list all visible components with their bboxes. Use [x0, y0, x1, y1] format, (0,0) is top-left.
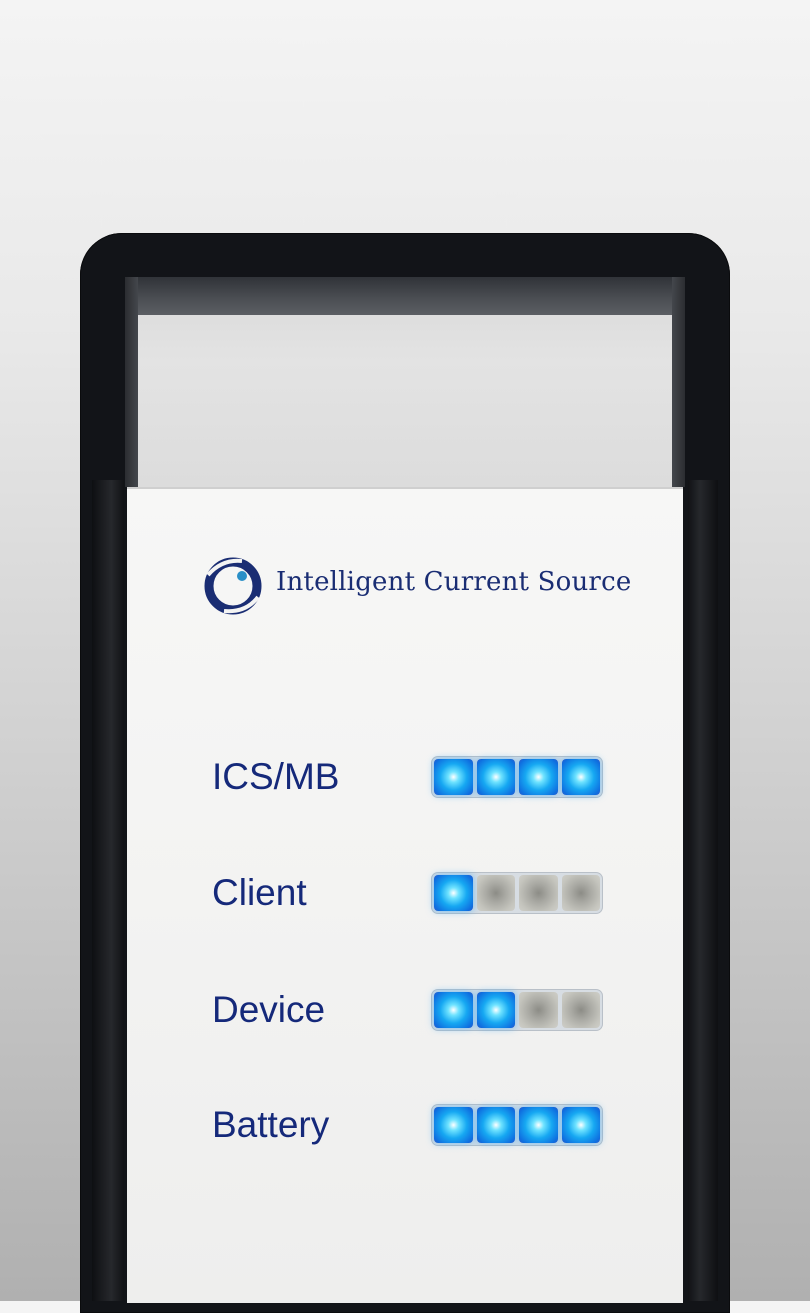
status-row-client: Client: [212, 868, 612, 918]
led-indicator-bar: [432, 873, 602, 913]
handle-bevel-right: [672, 277, 685, 487]
side-rail-right: [688, 480, 718, 1301]
led-on-indicator: [519, 1107, 558, 1143]
led-on-indicator: [434, 875, 473, 911]
led-off-indicator: [519, 875, 558, 911]
led-off-indicator: [519, 992, 558, 1028]
led-on-indicator: [519, 759, 558, 795]
led-on-indicator: [434, 1107, 473, 1143]
status-row-battery: Battery: [212, 1100, 612, 1150]
led-on-indicator: [561, 759, 600, 795]
handle-bevel-left: [125, 277, 138, 487]
side-rail-left: [92, 480, 124, 1301]
led-indicator-bar: [432, 1105, 602, 1145]
led-on-indicator: [561, 1107, 600, 1143]
led-on-indicator: [434, 759, 473, 795]
led-on-indicator: [476, 992, 515, 1028]
status-label: ICS/MB: [212, 756, 340, 797]
status-label: Device: [212, 989, 326, 1030]
status-label: Client: [212, 872, 307, 913]
led-on-indicator: [476, 1107, 515, 1143]
led-off-indicator: [561, 992, 600, 1028]
led-off-indicator: [561, 875, 600, 911]
led-indicator-bar: [432, 990, 602, 1030]
status-row-ics-mb: ICS/MB: [212, 752, 612, 802]
handle-bevel-top: [125, 277, 685, 315]
led-on-indicator: [476, 759, 515, 795]
ics-logo-icon: [204, 557, 262, 615]
status-row-device: Device: [212, 985, 612, 1035]
led-on-indicator: [434, 992, 473, 1028]
led-indicator-bar: [432, 757, 602, 797]
brand-name: Intelligent Current Source: [276, 567, 632, 597]
led-off-indicator: [476, 875, 515, 911]
status-label: Battery: [212, 1104, 330, 1145]
